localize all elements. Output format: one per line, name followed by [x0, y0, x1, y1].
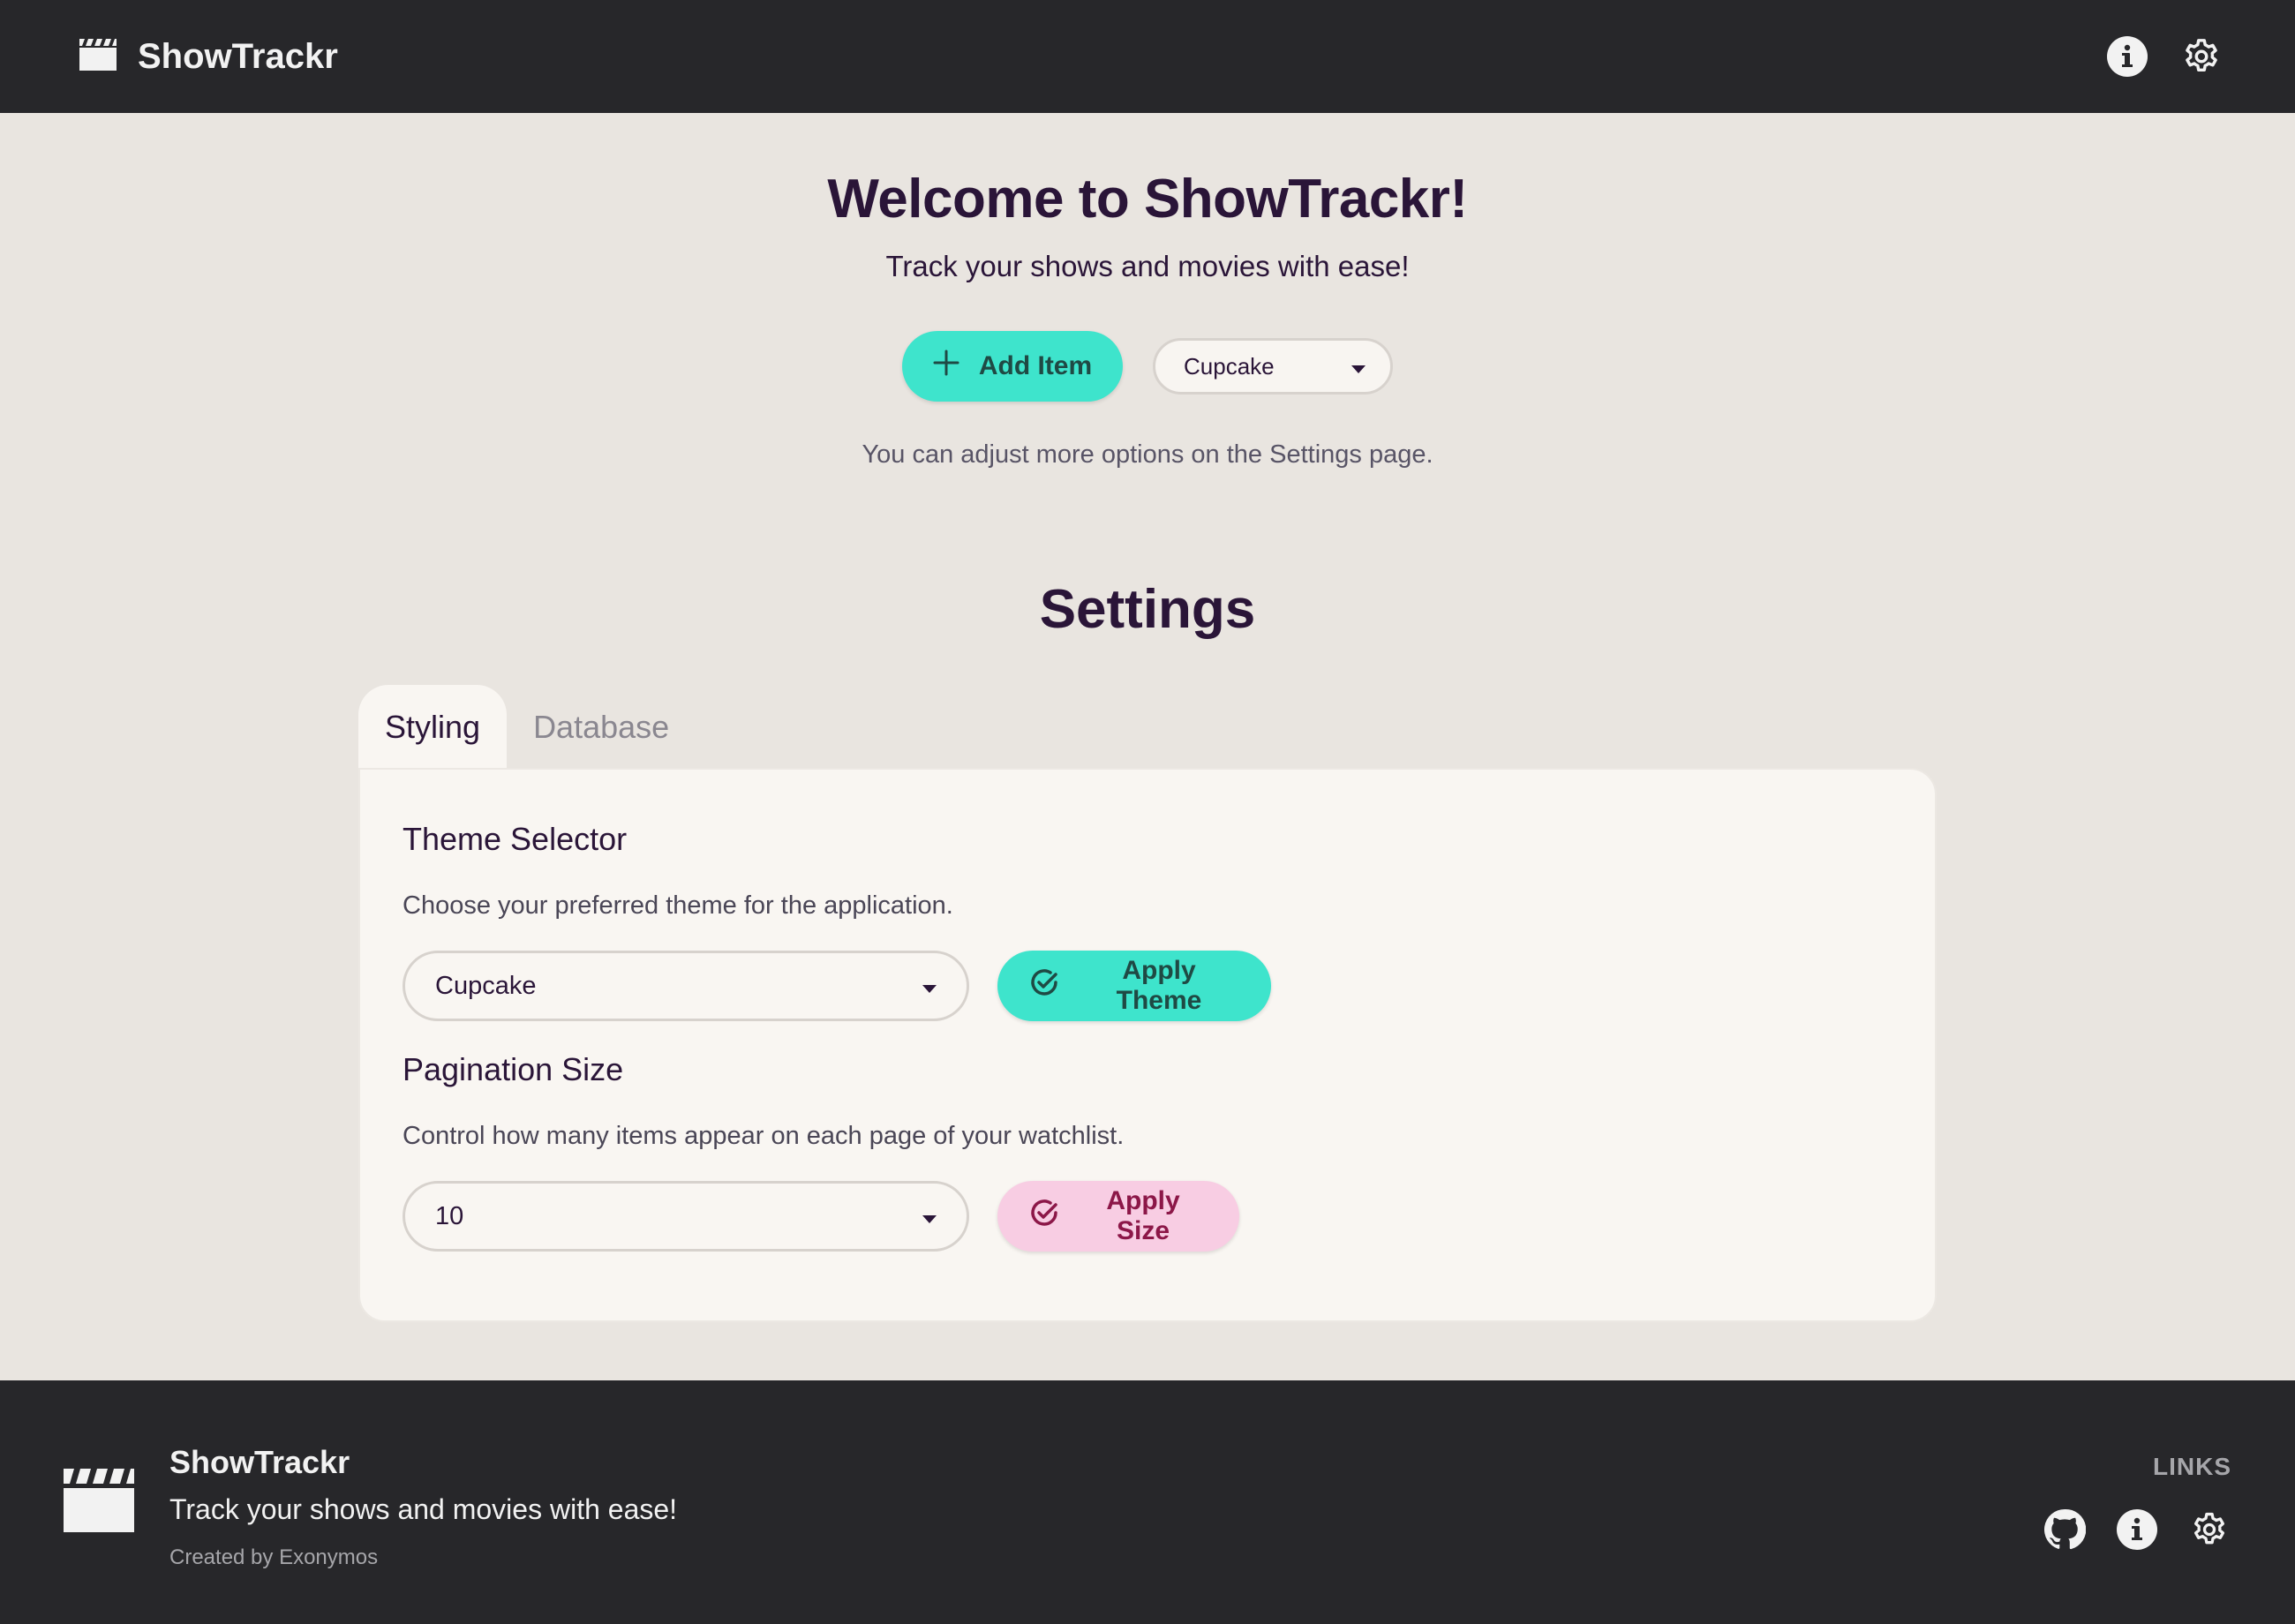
- add-item-label: Add Item: [978, 351, 1093, 380]
- links-title: LINKS: [2153, 1453, 2231, 1480]
- pagination-section-title: Pagination Size: [403, 1051, 624, 1087]
- theme-select[interactable]: Cupcake: [403, 951, 969, 1021]
- pagination-section-description: Control how many items appear on each pa…: [403, 1122, 1125, 1150]
- caret-down-icon: [1351, 353, 1366, 380]
- apply-size-button[interactable]: Apply Size: [997, 1181, 1239, 1252]
- footer-tagline: Track your shows and movies with ease!: [169, 1493, 678, 1525]
- hero-subtitle: Track your shows and movies with ease!: [885, 250, 1410, 282]
- pagination-select-value: 10: [435, 1201, 464, 1230]
- quick-theme-value: Cupcake: [1184, 352, 1275, 380]
- pagination-controls: 10 Apply Size: [403, 1181, 1892, 1252]
- theme-controls: Cupcake Apply Theme: [403, 951, 1892, 1021]
- footer-info: ShowTrackr Track your shows and movies w…: [169, 1444, 677, 1570]
- navbar-actions: [2104, 34, 2224, 79]
- brand-link[interactable]: ShowTrackr: [79, 37, 338, 77]
- caret-down-icon: [922, 972, 937, 1001]
- footer-links: LINKS: [2043, 1453, 2231, 1552]
- apply-theme-label: Apply Theme: [1116, 956, 1202, 1015]
- quick-theme-select[interactable]: Cupcake: [1153, 338, 1393, 395]
- info-icon[interactable]: [2115, 1507, 2159, 1552]
- caret-down-icon: [922, 1202, 937, 1231]
- footer-brand: ShowTrackr: [169, 1444, 350, 1480]
- footer-icon-links: [2043, 1507, 2231, 1552]
- gear-icon[interactable]: [2187, 1507, 2231, 1552]
- gear-icon[interactable]: [2178, 34, 2224, 79]
- pagination-select[interactable]: 10: [403, 1181, 969, 1252]
- settings-panel: Theme Selector Choose your preferred the…: [358, 768, 1937, 1322]
- hero-actions: Add Item Cupcake: [0, 331, 2295, 402]
- footer: ShowTrackr Track your shows and movies w…: [0, 1380, 2295, 1624]
- theme-section-title: Theme Selector: [403, 821, 628, 857]
- footer-credit: Created by Exonymos: [169, 1545, 379, 1569]
- check-circle-icon: [1029, 967, 1059, 1004]
- settings-hint: You can adjust more options on the Setti…: [862, 440, 1433, 469]
- apply-size-label: Apply Size: [1106, 1186, 1180, 1245]
- brand-name: ShowTrackr: [138, 36, 338, 76]
- add-item-button[interactable]: Add Item: [902, 331, 1123, 402]
- pagination-section: Pagination Size Control how many items a…: [403, 1051, 1892, 1252]
- check-circle-icon: [1029, 1198, 1059, 1235]
- footer-clapperboard-icon: [64, 1469, 134, 1537]
- theme-select-value: Cupcake: [435, 971, 537, 1000]
- apply-theme-button[interactable]: Apply Theme: [997, 951, 1271, 1021]
- settings-tabs: Styling Database: [358, 685, 696, 770]
- plus-icon: [933, 350, 959, 383]
- info-icon[interactable]: [2104, 34, 2150, 79]
- page-title: Welcome to ShowTrackr!: [827, 169, 1468, 229]
- settings-title: Settings: [1039, 579, 1256, 640]
- clapperboard-icon: [79, 38, 117, 75]
- theme-section: Theme Selector Choose your preferred the…: [403, 821, 1892, 1021]
- navbar: ShowTrackr: [0, 0, 2295, 113]
- hero-section: Welcome to ShowTrackr! Track your shows …: [0, 113, 2295, 470]
- github-icon[interactable]: [2043, 1507, 2087, 1552]
- tab-database[interactable]: Database: [507, 685, 696, 770]
- tab-styling[interactable]: Styling: [358, 685, 508, 770]
- theme-section-description: Choose your preferred theme for the appl…: [403, 891, 953, 920]
